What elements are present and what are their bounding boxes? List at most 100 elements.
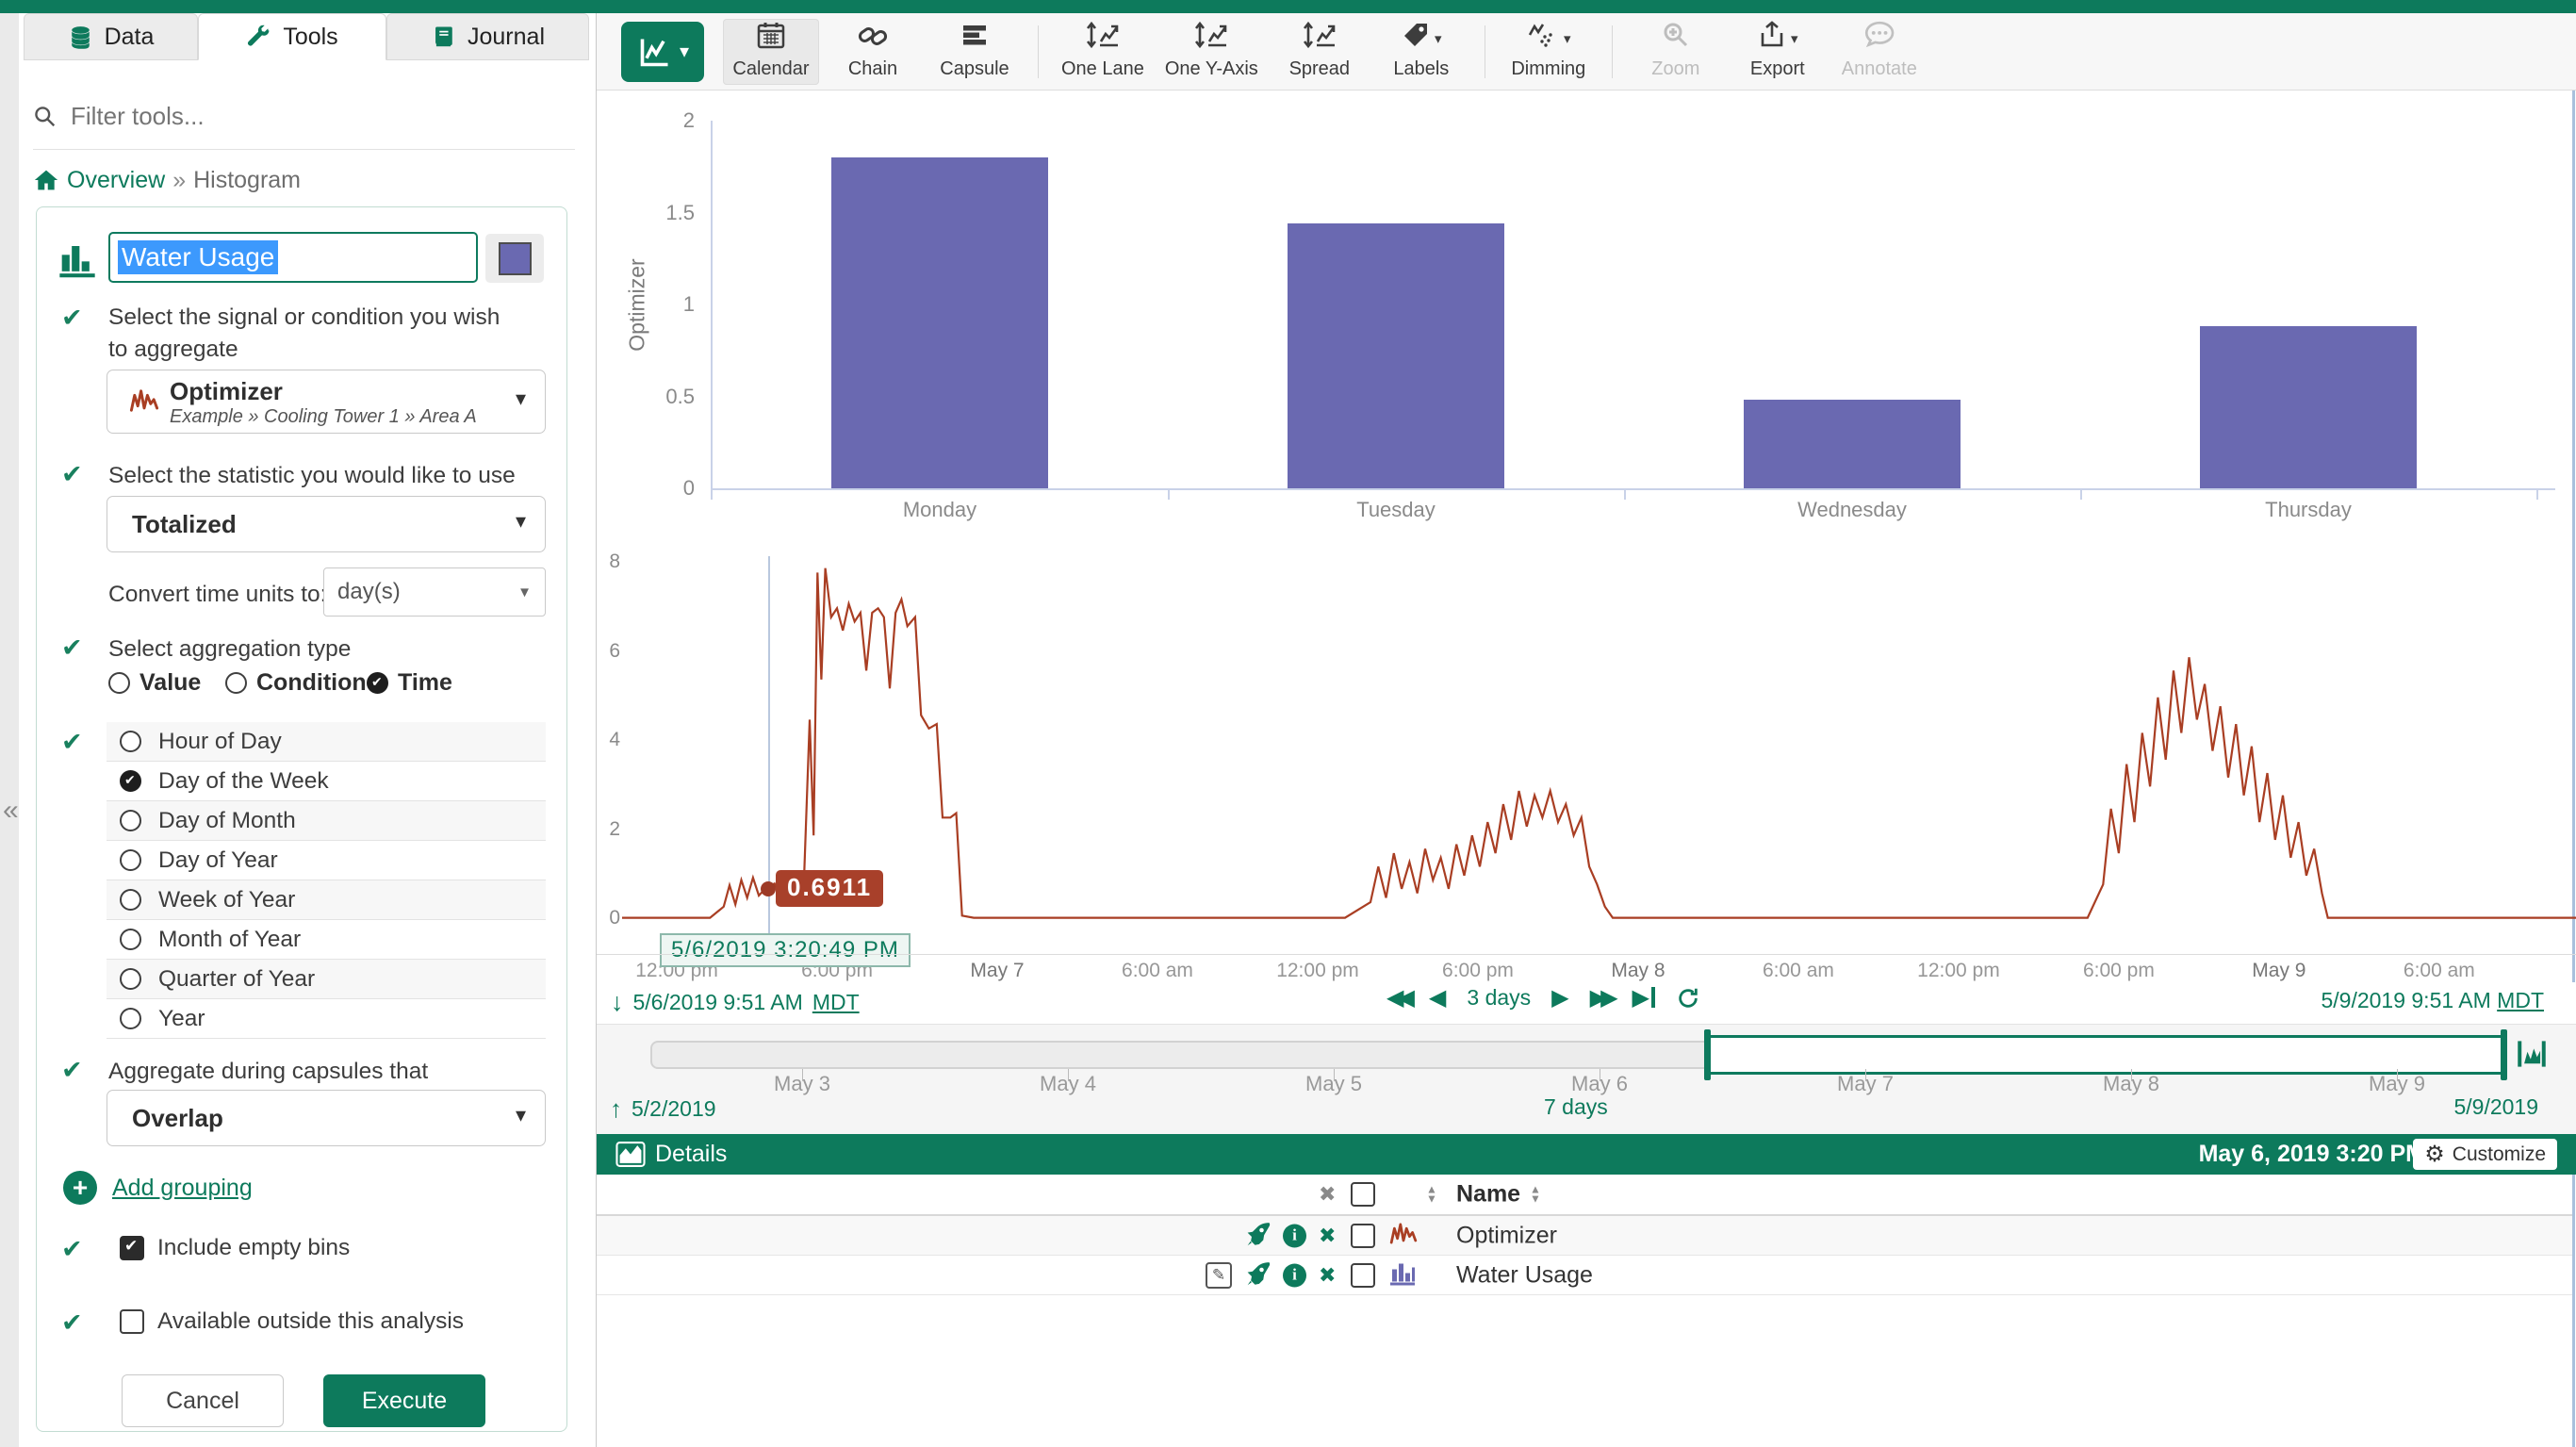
- cancel-button[interactable]: Cancel: [122, 1374, 284, 1427]
- range-start-timezone-link[interactable]: MDT: [812, 990, 860, 1015]
- convert-units-select[interactable]: day(s) ▼: [323, 567, 546, 617]
- scrubber-handle-right[interactable]: [2501, 1029, 2507, 1080]
- radio-value-label: Value: [139, 669, 201, 697]
- bar-axis-tick: [1168, 488, 1170, 500]
- remove-item-icon[interactable]: ✖: [1319, 1263, 1336, 1288]
- item-name: Water Usage: [1456, 1261, 1593, 1289]
- investigate-start-control[interactable]: ↑ 5/2/2019: [610, 1094, 716, 1124]
- range-duration[interactable]: 3 days: [1467, 985, 1531, 1011]
- color-swatch: [499, 242, 532, 275]
- home-icon: [33, 168, 59, 192]
- bar-x-axis-line: [711, 488, 2555, 490]
- scrubber-tick-label: May 8: [2065, 1072, 2197, 1096]
- bin-option-month-of-year[interactable]: Month of Year: [107, 920, 546, 960]
- toolbar-calendar-button[interactable]: Calendar: [723, 19, 819, 85]
- database-icon: [68, 25, 93, 50]
- breadcrumb-overview-link[interactable]: Overview: [67, 167, 165, 194]
- info-icon[interactable]: i: [1283, 1224, 1306, 1247]
- chevron-down-icon: ▼: [517, 584, 532, 600]
- tab-data[interactable]: Data: [24, 13, 198, 60]
- collapse-left-chevron-icon[interactable]: «: [3, 797, 19, 825]
- signal-select[interactable]: Optimizer Example » Cooling Tower 1 » Ar…: [107, 370, 546, 434]
- bin-option-day-of-the-week[interactable]: Day of the Week: [107, 762, 546, 801]
- bin-option-day-of-month[interactable]: Day of Month: [107, 801, 546, 841]
- rocket-icon-button[interactable]: [1245, 1259, 1272, 1291]
- execute-button[interactable]: Execute: [323, 1374, 485, 1427]
- range-end-timezone-link[interactable]: MDT: [2497, 988, 2544, 1012]
- histogram-name-input[interactable]: Water Usage: [108, 232, 478, 283]
- details-table: ✖ ▲▼ Name ▲▼ Assets i✖OptimizerArea A0.6…: [597, 1175, 2572, 1447]
- toolbar-spread-button[interactable]: Spread: [1272, 19, 1368, 85]
- capsules-select[interactable]: Overlap ▾: [107, 1090, 546, 1146]
- bar-y-axis-title: Optimizer: [625, 211, 650, 400]
- toolbar-dimming-button[interactable]: ▾Dimming: [1501, 19, 1597, 85]
- bar-wednesday: [1744, 400, 1961, 488]
- remove-all-icon[interactable]: ✖: [1319, 1182, 1336, 1207]
- statistic-select[interactable]: Totalized ▾: [107, 496, 546, 552]
- tab-data-label: Data: [105, 24, 155, 51]
- row-checkbox[interactable]: [1351, 1224, 1375, 1248]
- row-checkbox[interactable]: [1351, 1263, 1375, 1288]
- toolbar-capsule-button[interactable]: Capsule: [927, 19, 1023, 85]
- trend-x-tick-label: 6:00 am: [1077, 960, 1238, 982]
- include-empty-bins-checkbox[interactable]: Include empty bins: [120, 1235, 350, 1261]
- radio-condition[interactable]: Condition: [225, 669, 367, 697]
- customize-button[interactable]: ⚙ Customize: [2413, 1139, 2557, 1170]
- bin-option-year[interactable]: Year: [107, 999, 546, 1039]
- window-edge: [2572, 90, 2575, 1447]
- bin-option-quarter-of-year[interactable]: Quarter of Year: [107, 960, 546, 999]
- step-forward-icon[interactable]: ▶: [1551, 984, 1568, 1011]
- remove-item-icon[interactable]: ✖: [1319, 1224, 1336, 1248]
- bin-option-week-of-year[interactable]: Week of Year: [107, 880, 546, 920]
- trend-x-tick-label: 6:00 am: [2359, 960, 2519, 982]
- scrubber-selection[interactable]: [1708, 1035, 2505, 1075]
- arrow-down-icon: ↓: [611, 988, 624, 1017]
- info-icon[interactable]: i: [1283, 1263, 1306, 1287]
- capsule-time-icon[interactable]: [2516, 1037, 2548, 1071]
- radio-time[interactable]: Time: [367, 669, 452, 697]
- add-grouping-link[interactable]: + Add grouping: [63, 1171, 253, 1205]
- toolbar-export-button[interactable]: ▾Export: [1730, 19, 1826, 85]
- chevron-down-icon: ▾: [1435, 30, 1442, 47]
- sort-icon[interactable]: ▲▼: [1530, 1185, 1541, 1203]
- zoom-icon: [1661, 20, 1691, 55]
- signal-select-path: Example » Cooling Tower 1 » Area A: [170, 406, 477, 428]
- rocket-icon: [1245, 1259, 1272, 1286]
- available-outside-checkbox[interactable]: Available outside this analysis: [120, 1308, 464, 1335]
- radio-value[interactable]: Value: [108, 669, 201, 697]
- range-end-control[interactable]: 5/9/2019 9:51 AM MDT: [2321, 988, 2544, 1013]
- step-forward-fast-icon[interactable]: ▶▶: [1590, 984, 1612, 1011]
- step-back-fast-icon[interactable]: ◀◀: [1386, 984, 1408, 1011]
- scrubber-handle-left[interactable]: [1704, 1029, 1711, 1080]
- refresh-icon[interactable]: [1676, 986, 1700, 1011]
- toolbar-one-lane-button[interactable]: One Lane: [1054, 19, 1152, 85]
- trend-x-tick-label: 12:00 pm: [1238, 960, 1398, 982]
- radio-circle-icon: [120, 731, 141, 752]
- bar-axis-tick: [2080, 488, 2082, 500]
- plus-circle-icon: +: [63, 1171, 97, 1205]
- sort-icon[interactable]: ▲▼: [1426, 1185, 1437, 1203]
- tab-journal[interactable]: Journal: [386, 13, 589, 60]
- step-to-end-icon[interactable]: ▶: [1633, 984, 1655, 1011]
- chevron-down-icon: ▾: [680, 40, 689, 63]
- view-mode-button[interactable]: ▾: [621, 22, 704, 82]
- filter-tools-input[interactable]: [69, 101, 525, 132]
- bin-option-hour-of-day[interactable]: Hour of Day: [107, 722, 546, 762]
- edit-icon[interactable]: ✎: [1206, 1262, 1232, 1289]
- trend-series-optimizer: [622, 556, 2576, 954]
- step-check-icon: ✔: [61, 728, 83, 757]
- calendar-icon: [756, 20, 786, 55]
- top-accent-strip: [0, 0, 2576, 13]
- toolbar-chain-button[interactable]: Chain: [825, 19, 921, 85]
- toolbar-one-y-axis-button[interactable]: One Y-Axis: [1157, 19, 1266, 85]
- toolbar-labels-button[interactable]: ▾Labels: [1373, 19, 1469, 85]
- bin-option-day-of-year[interactable]: Day of Year: [107, 841, 546, 880]
- color-picker-button[interactable]: [485, 234, 544, 283]
- trend-x-tick-label: May 8: [1558, 960, 1718, 982]
- step-back-icon[interactable]: ◀: [1429, 984, 1446, 1011]
- rocket-icon-button[interactable]: [1245, 1220, 1272, 1251]
- tab-tools[interactable]: Tools: [198, 13, 386, 60]
- range-start-control[interactable]: ↓ 5/6/2019 9:51 AM MDT: [611, 988, 860, 1017]
- select-all-checkbox[interactable]: [1351, 1182, 1375, 1207]
- column-header-name[interactable]: Name: [1456, 1181, 1520, 1209]
